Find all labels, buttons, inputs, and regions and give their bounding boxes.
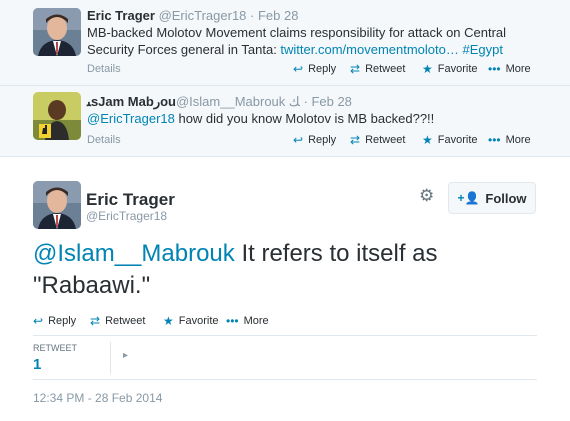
mention-link[interactable]: @EricTrager18 xyxy=(87,111,175,126)
gear-icon[interactable]: ⚙ xyxy=(419,186,434,206)
retweet-icon: ⇄ xyxy=(90,314,101,328)
retweet-icon: ⇄ xyxy=(350,62,361,76)
tweet-text: MB-backed Molotov Movement claims respon… xyxy=(87,25,507,57)
retweets-count[interactable]: 1 xyxy=(33,356,41,373)
avatar[interactable] xyxy=(33,8,81,56)
expand-arrow-icon[interactable]: ▸ xyxy=(123,350,128,361)
tweet-text: @EricTrager18 how did you know Molotov i… xyxy=(87,111,435,126)
tweet-time[interactable]: · Feb 28 xyxy=(304,94,352,109)
author-name[interactable]: ﯩsJam Mabﺭou xyxy=(87,94,176,109)
star-icon: ★ xyxy=(422,133,433,147)
tweet-time[interactable]: · Feb 28 xyxy=(250,8,298,23)
reply-button[interactable]: ↩ Reply xyxy=(293,133,336,147)
star-icon: ★ xyxy=(163,314,174,328)
reply-icon: ↩ xyxy=(33,314,44,328)
retweet-button[interactable]: ⇄ Retweet xyxy=(90,314,145,328)
more-button[interactable]: ••• More xyxy=(488,133,531,147)
author-name-suffix: ﻚ xyxy=(288,94,300,109)
mention-link[interactable]: @Islam__Mabrouk xyxy=(33,240,235,267)
reply-icon: ↩ xyxy=(293,62,304,76)
author-handle[interactable]: @EricTrager18 xyxy=(86,209,167,223)
retweet-button[interactable]: ⇄ Retweet xyxy=(350,133,405,147)
details-link[interactable]: Details xyxy=(87,63,121,75)
tweet-context-1: Eric Trager @EricTrager18 · Feb 28 MB-ba… xyxy=(0,0,570,86)
hashtag-link[interactable]: #Egypt xyxy=(463,42,503,57)
author-handle[interactable]: @Islam__Mabrouk xyxy=(176,94,285,109)
reply-button[interactable]: ↩ Reply xyxy=(293,62,336,76)
avatar[interactable] xyxy=(33,181,81,229)
reply-button[interactable]: ↩ Reply xyxy=(33,314,76,328)
details-link[interactable]: Details xyxy=(87,134,121,146)
avatar[interactable] xyxy=(33,92,81,140)
more-dots-icon: ••• xyxy=(226,314,239,328)
tweet-timestamp[interactable]: 12:34 PM - 28 Feb 2014 xyxy=(33,391,162,405)
author-handle[interactable]: @EricTrager18 xyxy=(159,8,247,23)
favorite-button[interactable]: ★ Favorite xyxy=(163,314,219,328)
follow-button[interactable]: +👤 Follow xyxy=(448,182,536,214)
more-dots-icon: ••• xyxy=(488,62,501,76)
tweet-context-2: ﯩsJam Mabﺭou@Islam__Mabrouk ﻚ · Feb 28 @… xyxy=(0,86,570,157)
retweet-button[interactable]: ⇄ Retweet xyxy=(350,62,405,76)
divider xyxy=(33,335,537,336)
author-name[interactable]: Eric Trager xyxy=(86,190,175,210)
main-tweet-text: @Islam__Mabrouk It refers to itself as "… xyxy=(33,240,438,299)
tweet-link[interactable]: twitter.com/movementmoloto… xyxy=(280,42,458,57)
favorite-button[interactable]: ★ Favorite xyxy=(422,62,478,76)
add-user-icon: +👤 xyxy=(457,191,480,205)
more-button[interactable]: ••• More xyxy=(226,314,269,328)
retweets-label: RETWEET xyxy=(33,343,77,353)
divider xyxy=(110,342,111,374)
author-name[interactable]: Eric Trager xyxy=(87,8,155,23)
retweet-icon: ⇄ xyxy=(350,133,361,147)
more-dots-icon: ••• xyxy=(488,133,501,147)
divider xyxy=(33,379,537,380)
favorite-button[interactable]: ★ Favorite xyxy=(422,133,478,147)
more-button[interactable]: ••• More xyxy=(488,62,531,76)
star-icon: ★ xyxy=(422,62,433,76)
reply-icon: ↩ xyxy=(293,133,304,147)
